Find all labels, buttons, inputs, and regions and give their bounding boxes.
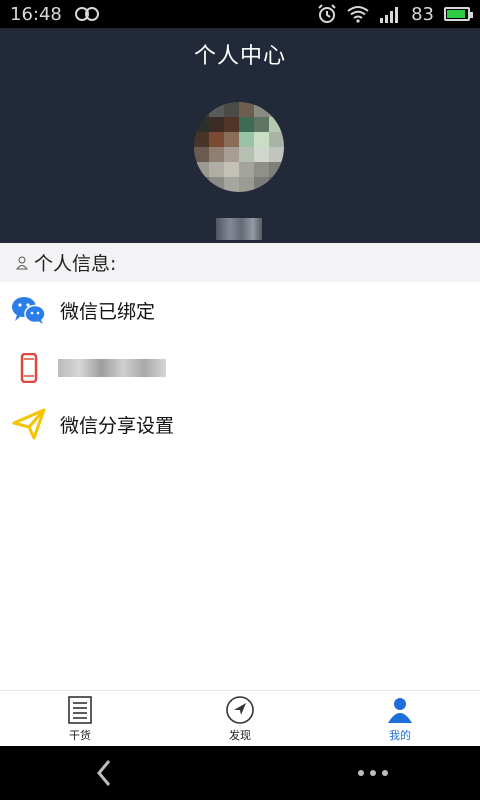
profile-header: 个人中心 (0, 28, 480, 243)
more-options-icon[interactable] (358, 770, 388, 776)
list-item-share-settings[interactable]: 微信分享设置 (0, 396, 480, 452)
bottom-tab-bar: 干货 发现 我的 (0, 690, 480, 746)
back-icon[interactable] (96, 759, 112, 787)
tab-mine[interactable]: 我的 (320, 691, 480, 746)
section-title: 个人信息: (34, 253, 117, 275)
user-icon (388, 697, 412, 723)
user-small-icon (16, 256, 28, 269)
list-item-phone[interactable] (0, 340, 480, 396)
list-item-wechat[interactable]: 微信已绑定 (0, 282, 480, 338)
tab-discover[interactable]: 发现 (160, 691, 320, 746)
battery-level: 83 (411, 3, 434, 25)
page-title: 个人中心 (193, 44, 286, 69)
link-icon (74, 7, 99, 21)
tab-mine-label: 我的 (389, 728, 411, 742)
wechat-bound-label: 微信已绑定 (60, 300, 156, 323)
status-time: 16:48 (10, 3, 62, 25)
phone-number-redacted (58, 359, 166, 377)
avatar[interactable] (194, 102, 284, 192)
phone-icon (20, 353, 38, 383)
username-redacted (216, 218, 262, 240)
share-settings-label: 微信分享设置 (60, 414, 175, 437)
compass-icon (226, 695, 254, 724)
status-bar: 16:48 83 (0, 0, 480, 28)
tab-ganhuo-label: 干货 (69, 728, 91, 742)
wifi-icon (347, 6, 369, 23)
tab-ganhuo[interactable]: 干货 (0, 691, 160, 746)
paper-plane-icon (12, 408, 46, 440)
alarm-icon (318, 4, 336, 23)
tab-discover-label: 发现 (229, 728, 251, 742)
wechat-icon (12, 297, 46, 324)
battery-icon (444, 7, 473, 21)
section-header: 个人信息: (0, 243, 480, 282)
signal-icon (380, 7, 399, 23)
system-nav-bar (0, 746, 480, 800)
document-icon (68, 695, 92, 724)
